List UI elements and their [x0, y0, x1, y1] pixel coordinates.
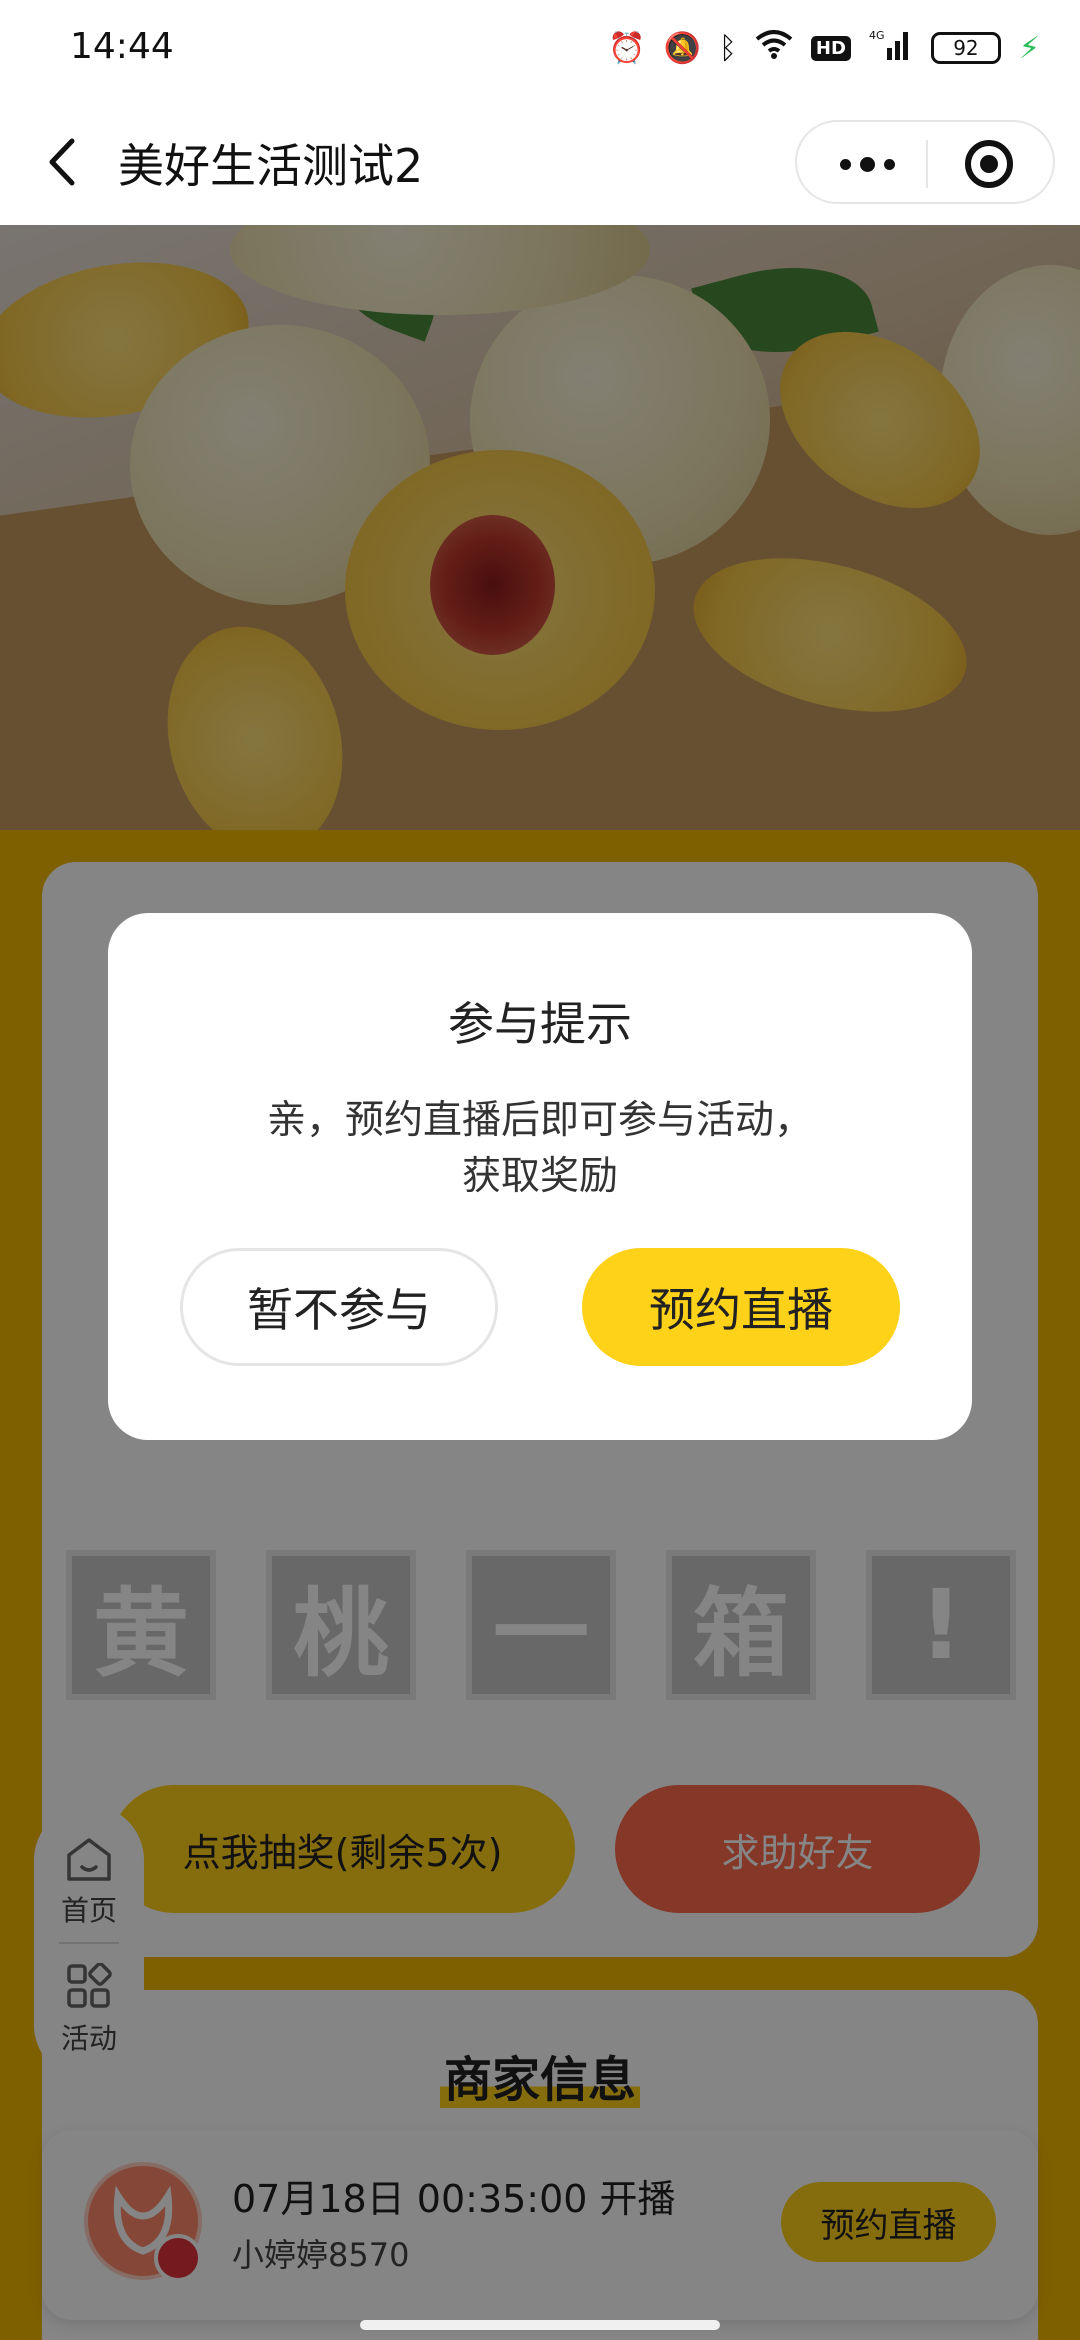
more-dot-icon	[859, 156, 875, 172]
status-time: 14:44	[70, 26, 174, 67]
svg-text:4G: 4G	[869, 29, 885, 42]
close-mini-program-button[interactable]	[965, 140, 1013, 188]
wifi-icon	[755, 29, 793, 67]
participation-dialog: 参与提示 亲，预约直播后即可参与活动， 获取奖励 暂不参与 预约直播	[108, 913, 972, 1440]
battery-indicator: 92	[930, 32, 1001, 64]
more-dot-icon	[883, 158, 895, 170]
capsule-divider	[926, 140, 928, 188]
more-options-button[interactable]	[827, 132, 907, 196]
decline-button[interactable]: 暂不参与	[180, 1248, 498, 1366]
chevron-left-icon	[49, 138, 75, 186]
mute-icon: 🔕	[663, 30, 701, 66]
dialog-message-line: 亲，预约直播后即可参与活动，	[266, 1098, 813, 1143]
dialog-message-line: 获取奖励	[461, 1154, 618, 1199]
nav-bar: 美好生活测试2	[0, 100, 1080, 225]
home-indicator[interactable]	[360, 2320, 720, 2330]
more-dot-icon	[839, 158, 851, 170]
back-button[interactable]	[40, 135, 90, 190]
bluetooth-icon: ᛒ	[718, 30, 737, 66]
status-icons: ⏰ 🔕 ᛒ HD 4G 92 ⚡	[608, 28, 1040, 68]
status-bar: 14:44 ⏰ 🔕 ᛒ HD 4G 92 ⚡	[0, 0, 1080, 100]
book-live-confirm-button[interactable]: 预约直播	[582, 1248, 900, 1366]
dialog-title: 参与提示	[448, 997, 632, 1051]
alarm-icon: ⏰	[608, 30, 646, 66]
page-title: 美好生活测试2	[118, 139, 424, 193]
dialog-message: 亲，预约直播后即可参与活动， 获取奖励	[168, 1093, 912, 1205]
signal-icon: 4G	[869, 28, 913, 68]
charging-icon: ⚡	[1018, 30, 1040, 66]
mini-program-capsule	[795, 120, 1055, 204]
hd-badge: HD	[810, 35, 851, 61]
